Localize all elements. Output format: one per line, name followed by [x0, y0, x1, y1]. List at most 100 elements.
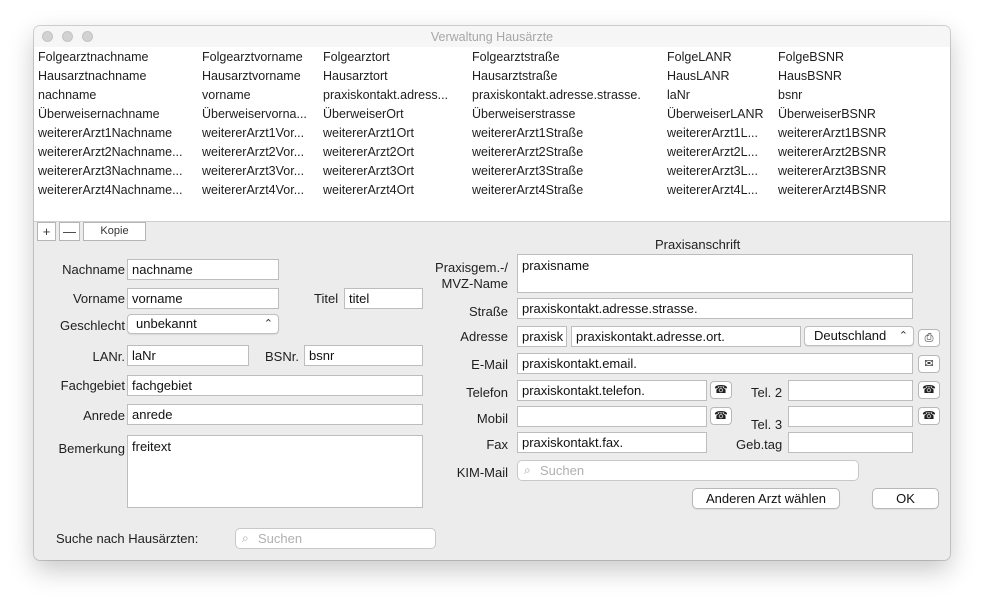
telefon-field[interactable]: praxiskontakt.telefon. — [517, 380, 707, 401]
table-row[interactable]: weitererArzt2Nachname... weitererArzt2Vor… — [34, 143, 950, 162]
fax-field[interactable]: praxiskontakt.fax. — [517, 432, 707, 453]
anrede-field[interactable]: anrede — [127, 404, 423, 425]
vorname-label: Vorname — [72, 291, 125, 306]
table-cell: ÜberweiserLANR — [667, 107, 764, 121]
table-cell: weitererArzt3L... — [667, 164, 759, 178]
mobil-field[interactable] — [517, 406, 707, 427]
tel3-field[interactable] — [788, 406, 913, 427]
remove-button[interactable]: — — [59, 222, 80, 241]
tel3-label: Tel. 3 — [751, 417, 783, 432]
ort-field[interactable]: praxiskontakt.adresse.ort. — [571, 326, 801, 347]
titel-field[interactable]: titel — [344, 288, 423, 309]
phone-icon[interactable]: ☎ — [710, 407, 732, 425]
table-cell: FolgeBSNR — [778, 50, 844, 64]
country-popup[interactable]: Deutschland ⌃ — [804, 326, 914, 346]
table-cell: weitererArzt2Nachname... — [38, 145, 183, 159]
table-cell: Hausarztort — [323, 69, 388, 83]
table-cell: weitererArzt3Ort — [323, 164, 414, 178]
table-cell: weitererArzt4L... — [667, 183, 759, 197]
table-cell: weitererArzt2Straße — [472, 145, 584, 159]
phone-icon[interactable]: ☎ — [918, 407, 940, 425]
table-cell: Überweisernachname — [38, 107, 160, 121]
table-row[interactable]: weitererArzt1Nachname weitererArzt1Vor...… — [34, 124, 950, 143]
copy-button[interactable]: Kopie — [83, 222, 146, 241]
email-label: E-Mail — [471, 357, 508, 372]
geschlecht-popup[interactable]: unbekannt ⌃ — [127, 314, 279, 334]
bemerkung-field[interactable]: freitext — [127, 435, 423, 508]
table-row[interactable]: Überweisernachname Überweiservorna... Über… — [34, 105, 950, 124]
kim-mail-search[interactable]: ⌕ Suchen — [517, 460, 859, 481]
mobil-label: Mobil — [476, 411, 508, 426]
vorname-field[interactable]: vorname — [127, 288, 279, 309]
table-cell: weitererArzt1Vor... — [202, 126, 305, 140]
table-cell: weitererArzt1L... — [667, 126, 759, 140]
email-field[interactable]: praxiskontakt.email. — [517, 353, 913, 374]
kim-mail-label: KIM-Mail — [456, 465, 508, 480]
table-cell: Hausarztstraße — [472, 69, 558, 83]
praxisname-field[interactable]: praxisname — [517, 254, 913, 293]
plz-field[interactable]: praxisk — [517, 326, 567, 347]
doctor-search-placeholder: Suchen — [258, 531, 303, 546]
country-value: Deutschland — [814, 328, 887, 343]
table-cell: weitererArzt2Vor... — [202, 145, 305, 159]
bsnr-field[interactable]: bsnr — [304, 345, 423, 366]
chevron-updown-icon: ⌃ — [263, 318, 273, 330]
table-cell: ÜberweiserBSNR — [778, 107, 876, 121]
table-cell: HausBSNR — [778, 69, 842, 83]
bsnr-label: BSNr. — [265, 349, 299, 364]
praxisname-label-line1: Praxisgem.-/ — [435, 260, 508, 275]
table-cell: weitererArzt4Ort — [323, 183, 414, 197]
table-cell: Überweiservorna... — [202, 107, 307, 121]
table-row[interactable]: nachname vorname praxiskontakt.adress... pr… — [34, 86, 950, 105]
nachname-field[interactable]: nachname — [127, 259, 279, 280]
chevron-updown-icon: ⌃ — [898, 330, 908, 342]
fachgebiet-field[interactable]: fachgebiet — [127, 375, 423, 396]
choose-other-doctor-button[interactable]: Anderen Arzt wählen — [692, 488, 840, 509]
table-cell: weitererArzt1Ort — [323, 126, 414, 140]
fax-label: Fax — [486, 437, 508, 452]
mail-icon[interactable]: ✉ — [918, 355, 940, 373]
kim-mail-placeholder: Suchen — [540, 463, 585, 478]
table-cell: Hausarztnachname — [38, 69, 147, 83]
table-cell: weitererArzt1Nachname — [38, 126, 173, 140]
lanr-field[interactable]: laNr — [127, 345, 249, 366]
ok-button[interactable]: OK — [872, 488, 939, 509]
nachname-label: Nachname — [62, 262, 125, 277]
table-row[interactable]: Hausarztnachname Hausarztvorname Hausarzto… — [34, 67, 950, 86]
print-icon[interactable]: ⎙ — [918, 329, 940, 347]
gebtag-field[interactable] — [788, 432, 913, 453]
strasse-field[interactable]: praxiskontakt.adresse.strasse. — [517, 298, 913, 319]
table-cell: weitererArzt3Vor... — [202, 164, 305, 178]
search-doctors-label: Suche nach Hausärzten: — [56, 531, 199, 546]
adresse-label: Adresse — [460, 329, 508, 344]
table-row[interactable]: weitererArzt3Nachname... weitererArzt3Vor… — [34, 162, 950, 181]
title-bar: Verwaltung Hausärzte — [34, 26, 950, 48]
table-row[interactable]: weitererArzt4Nachname... weitererArzt4Vor… — [34, 181, 950, 200]
praxisname-label: Praxisgem.-/ MVZ-Name — [414, 260, 508, 292]
table-cell: weitererArzt3Nachname... — [38, 164, 183, 178]
table-cell: Folgearztort — [323, 50, 390, 64]
bemerkung-label: Bemerkung — [58, 441, 125, 456]
add-button[interactable]: + — [37, 222, 56, 241]
table-cell: Folgearztstraße — [472, 50, 560, 64]
tel2-field[interactable] — [788, 380, 913, 401]
table-cell: weitererArzt2L... — [667, 145, 759, 159]
table-cell: weitererArzt4BSNR — [778, 183, 887, 197]
phone-icon[interactable]: ☎ — [710, 381, 732, 399]
table-cell: weitererArzt3Straße — [472, 164, 584, 178]
table-cell: Folgearztvorname — [202, 50, 303, 64]
table-cell: Folgearztnachname — [38, 50, 149, 64]
doctors-table[interactable]: Folgearztnachname Folgearztvorname Folgear… — [34, 47, 950, 222]
table-cell: Überweiserstrasse — [472, 107, 576, 121]
doctor-search-field[interactable]: ⌕ Suchen — [235, 528, 436, 549]
gebtag-label: Geb.tag — [736, 437, 783, 452]
anrede-label: Anrede — [83, 408, 125, 423]
search-icon: ⌕ — [524, 463, 531, 477]
phone-icon[interactable]: ☎ — [918, 381, 940, 399]
table-cell: nachname — [38, 88, 97, 102]
main-window: Verwaltung Hausärzte Folgearztnachname Fo… — [34, 26, 950, 560]
table-cell: weitererArzt4Nachname... — [38, 183, 183, 197]
table-cell: laNr — [667, 88, 690, 102]
table-row[interactable]: Folgearztnachname Folgearztvorname Folgear… — [34, 48, 950, 67]
lanr-label: LANr. — [92, 349, 125, 364]
